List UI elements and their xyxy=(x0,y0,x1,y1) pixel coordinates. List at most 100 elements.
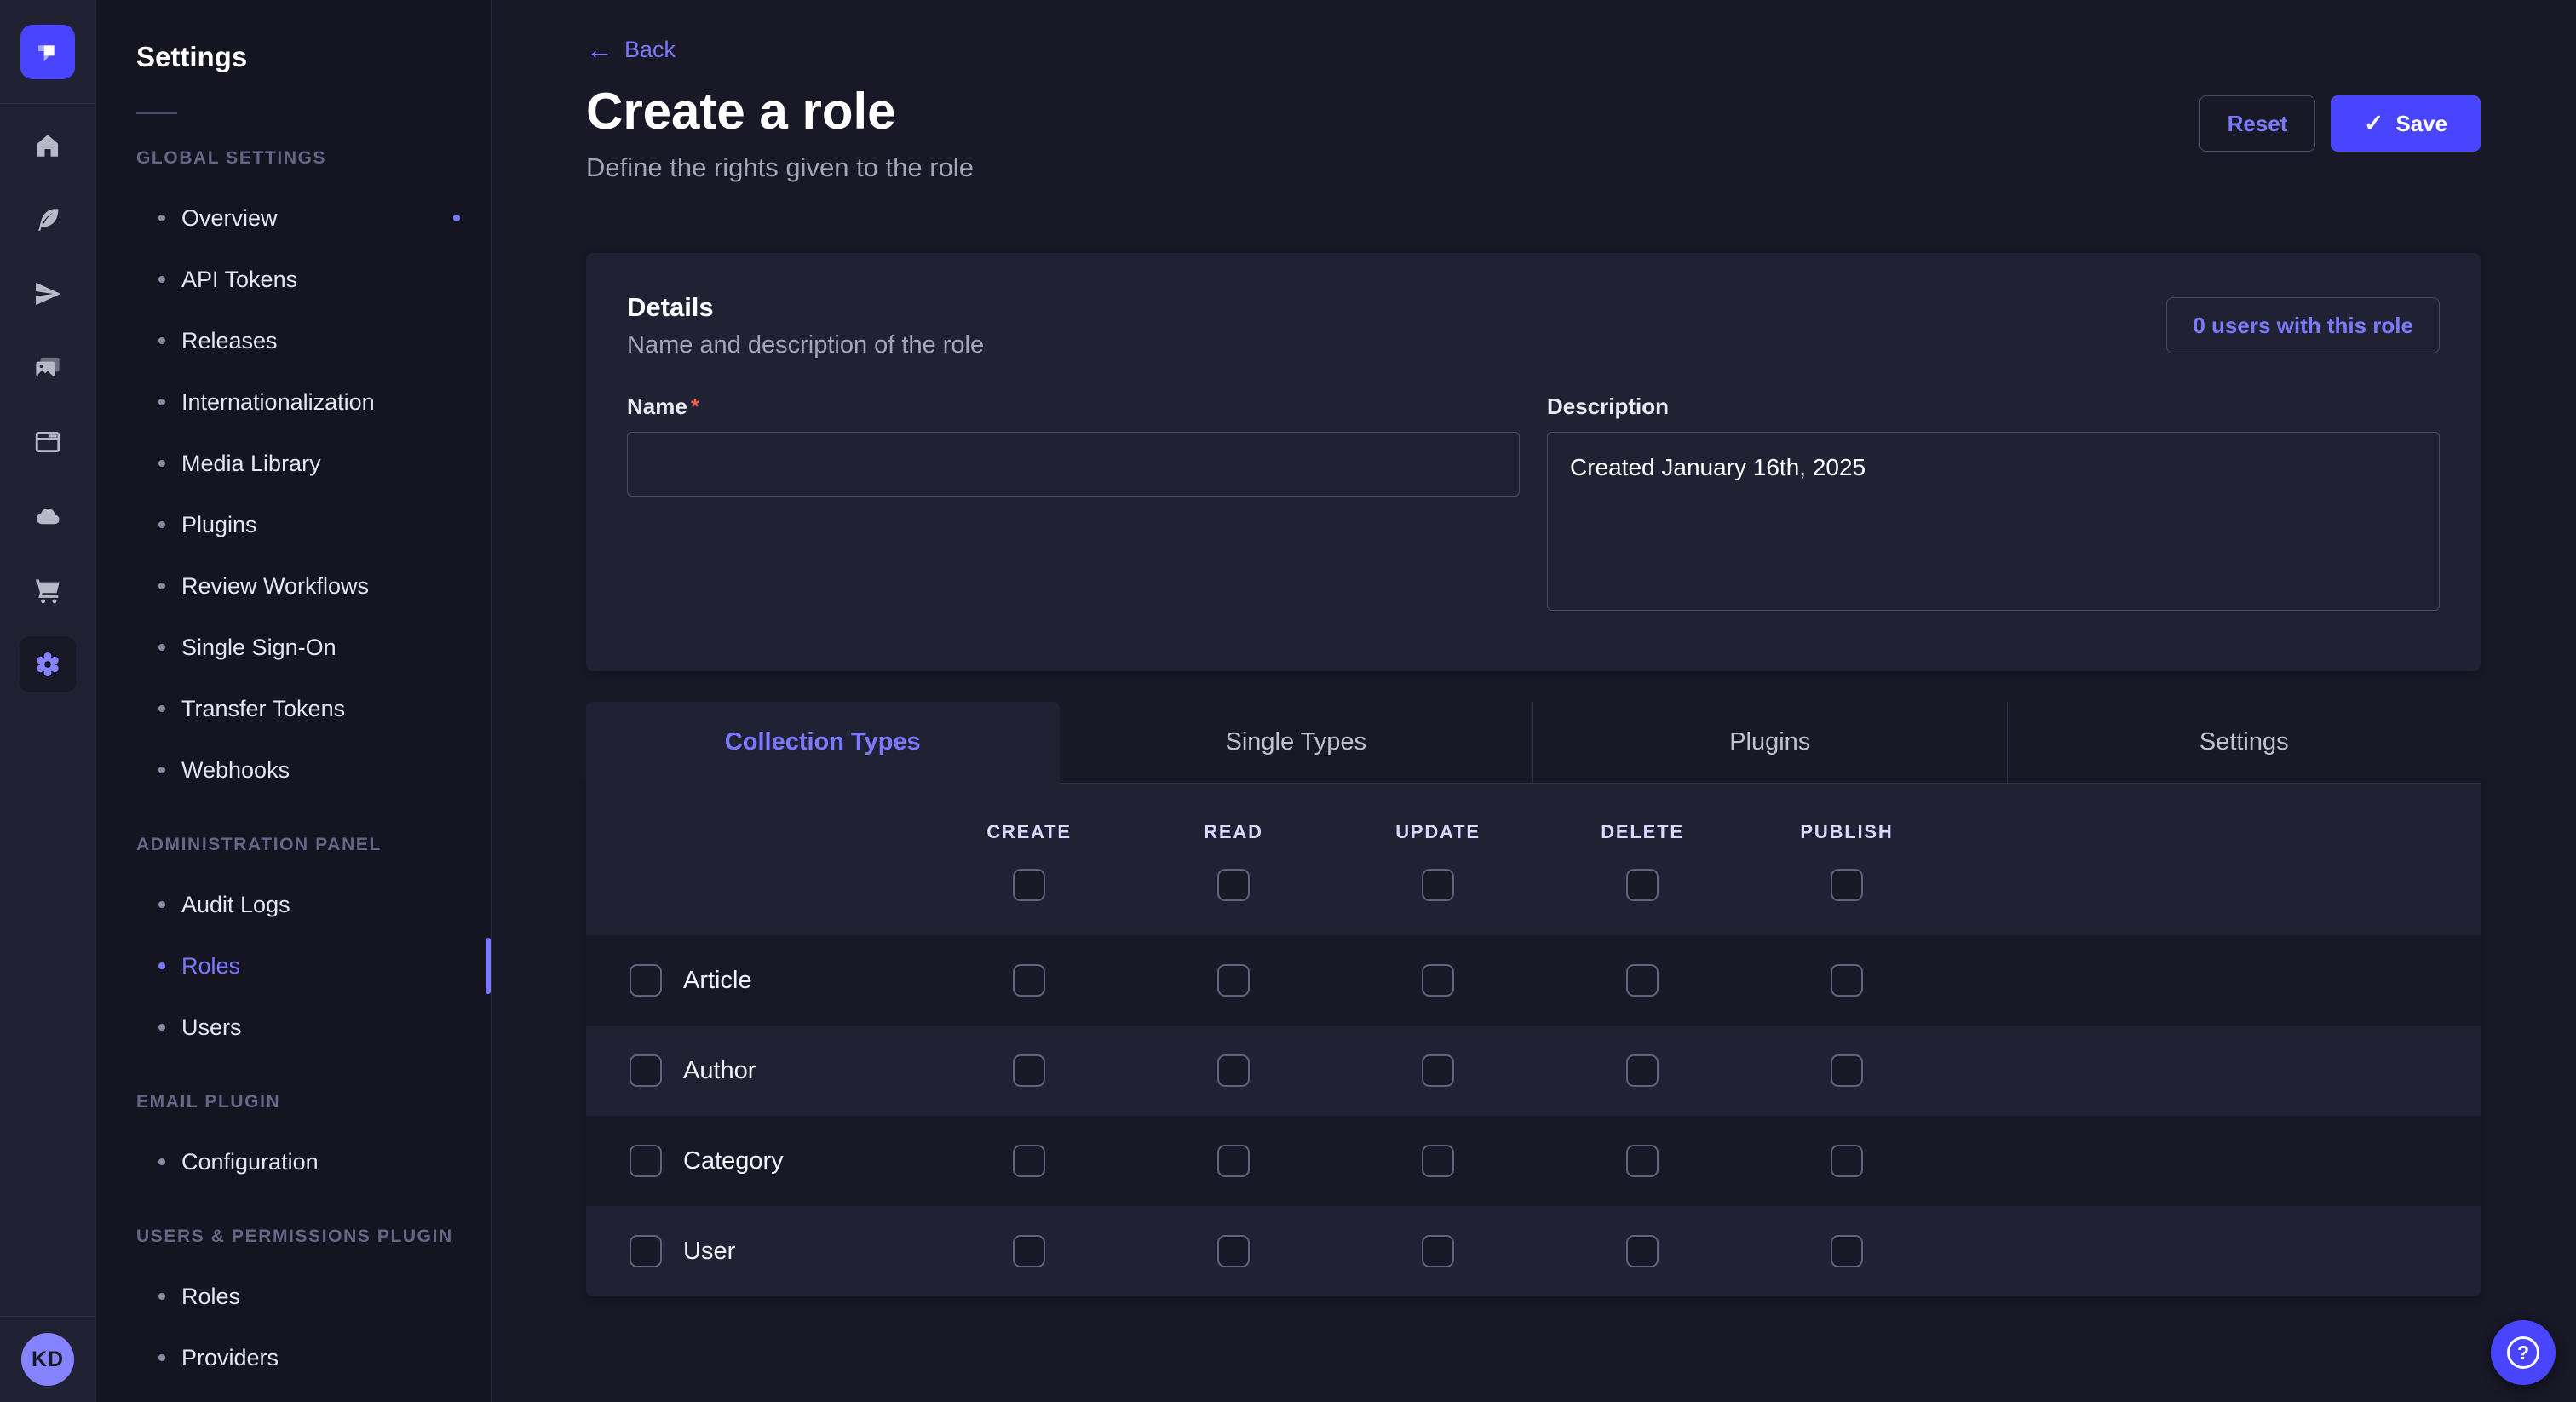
section-label-users-permissions-plugin: USERS & PERMISSIONS PLUGIN xyxy=(136,1227,491,1247)
checkbox-category-publish[interactable] xyxy=(1831,1145,1863,1177)
nav-content-manager-button[interactable] xyxy=(20,192,76,248)
sidebar-item-providers[interactable]: Providers xyxy=(96,1327,491,1388)
active-item-indicator xyxy=(486,938,491,994)
sidebar-item-label: Releases xyxy=(181,328,278,354)
sidebar-item-internationalization[interactable]: Internationalization xyxy=(96,371,491,433)
checkbox-author-update[interactable] xyxy=(1422,1054,1454,1087)
page-title: Create a role xyxy=(586,82,2481,141)
tab-collection-types[interactable]: Collection Types xyxy=(586,702,1060,784)
sidebar-item-label: Review Workflows xyxy=(181,573,369,600)
page-subtitle: Define the rights given to the role xyxy=(586,152,2481,183)
sidebar-item-single-sign-on[interactable]: Single Sign-On xyxy=(96,617,491,678)
sidebar-item-audit-logs[interactable]: Audit Logs xyxy=(96,874,491,935)
checkbox-category-create[interactable] xyxy=(1013,1145,1045,1177)
sidebar-item-roles-up[interactable]: Roles xyxy=(96,1266,491,1327)
back-link[interactable]: ← Back xyxy=(586,36,676,63)
cell xyxy=(1540,1235,1745,1267)
rail-footer: KD xyxy=(0,1316,95,1402)
checkbox-all-delete[interactable] xyxy=(1626,869,1659,901)
cell xyxy=(1336,1235,1540,1267)
sidebar-item-review-workflows[interactable]: Review Workflows xyxy=(96,555,491,617)
column-label-delete: DELETE xyxy=(1601,821,1684,843)
sidebar-item-label: Media Library xyxy=(181,451,321,477)
nav-settings-button[interactable] xyxy=(20,636,76,692)
checkbox-author-row[interactable] xyxy=(630,1054,662,1087)
bullet-dot xyxy=(158,460,165,467)
users-with-role-button[interactable]: 0 users with this role xyxy=(2166,297,2440,353)
row-label: Author xyxy=(683,1057,756,1085)
back-label: Back xyxy=(624,37,676,63)
checkbox-user-publish[interactable] xyxy=(1831,1235,1863,1267)
tab-plugins[interactable]: Plugins xyxy=(1532,702,2007,784)
checkbox-article-create[interactable] xyxy=(1013,964,1045,997)
checkbox-article-update[interactable] xyxy=(1422,964,1454,997)
cell xyxy=(1336,1145,1540,1177)
checkbox-category-update[interactable] xyxy=(1422,1145,1454,1177)
strapi-logo[interactable] xyxy=(20,25,75,79)
required-asterisk: * xyxy=(691,394,699,419)
checkbox-author-publish[interactable] xyxy=(1831,1054,1863,1087)
reset-button[interactable]: Reset xyxy=(2199,95,2315,152)
nav-content-type-builder-button[interactable] xyxy=(20,414,76,470)
user-avatar[interactable]: KD xyxy=(21,1333,74,1386)
details-fields: Name* Description Created January 16th, … xyxy=(627,394,2440,615)
cell xyxy=(1336,964,1540,997)
sidebar-item-overview[interactable]: Overview xyxy=(96,187,491,249)
checkbox-all-read[interactable] xyxy=(1217,869,1250,901)
feather-icon xyxy=(33,205,62,234)
checkbox-all-create[interactable] xyxy=(1013,869,1045,901)
checkbox-author-read[interactable] xyxy=(1217,1054,1250,1087)
name-input[interactable] xyxy=(627,432,1520,497)
checkbox-user-read[interactable] xyxy=(1217,1235,1250,1267)
sidebar-item-label: Internationalization xyxy=(181,389,375,416)
description-textarea[interactable]: Created January 16th, 2025 xyxy=(1547,432,2440,611)
checkbox-user-delete[interactable] xyxy=(1626,1235,1659,1267)
save-button[interactable]: ✓ Save xyxy=(2331,95,2481,152)
column-publish: PUBLISH xyxy=(1745,784,1949,935)
settings-subnav: Settings GLOBAL SETTINGS Overview API To… xyxy=(96,0,492,1402)
sidebar-item-users[interactable]: Users xyxy=(96,997,491,1058)
sidebar-item-webhooks[interactable]: Webhooks xyxy=(96,739,491,801)
sidebar-item-label: Roles xyxy=(181,1284,240,1310)
checkbox-article-publish[interactable] xyxy=(1831,964,1863,997)
sidebar-item-configuration[interactable]: Configuration xyxy=(96,1131,491,1192)
checkbox-article-read[interactable] xyxy=(1217,964,1250,997)
name-label-text: Name xyxy=(627,394,687,419)
checkbox-all-publish[interactable] xyxy=(1831,869,1863,901)
subnav-title: Settings xyxy=(136,41,491,73)
checkbox-all-update[interactable] xyxy=(1422,869,1454,901)
tab-settings[interactable]: Settings xyxy=(2007,702,2481,784)
checkbox-user-row[interactable] xyxy=(630,1235,662,1267)
checkbox-article-row[interactable] xyxy=(630,964,662,997)
nav-media-library-button[interactable] xyxy=(20,340,76,396)
checkbox-category-read[interactable] xyxy=(1217,1145,1250,1177)
main-content: ← Back Create a role Define the rights g… xyxy=(492,0,2576,1402)
sidebar-item-label: Users xyxy=(181,1014,242,1041)
checkbox-category-row[interactable] xyxy=(630,1145,662,1177)
checkbox-author-delete[interactable] xyxy=(1626,1054,1659,1087)
sidebar-item-plugins[interactable]: Plugins xyxy=(96,494,491,555)
checkbox-article-delete[interactable] xyxy=(1626,964,1659,997)
bullet-dot xyxy=(158,276,165,283)
checkbox-user-create[interactable] xyxy=(1013,1235,1045,1267)
sidebar-item-api-tokens[interactable]: API Tokens xyxy=(96,249,491,310)
description-label: Description xyxy=(1547,394,2440,420)
sidebar-item-roles-admin[interactable]: Roles xyxy=(96,935,491,997)
cell xyxy=(1745,1054,1949,1087)
nav-cloud-button[interactable] xyxy=(20,488,76,544)
help-button[interactable]: ? xyxy=(2491,1320,2556,1385)
sidebar-item-media-library[interactable]: Media Library xyxy=(96,433,491,494)
checkbox-user-update[interactable] xyxy=(1422,1235,1454,1267)
nav-releases-button[interactable] xyxy=(20,266,76,322)
nav-marketplace-button[interactable] xyxy=(20,562,76,618)
checkbox-author-create[interactable] xyxy=(1013,1054,1045,1087)
sidebar-item-releases[interactable]: Releases xyxy=(96,310,491,371)
tab-single-types[interactable]: Single Types xyxy=(1060,702,1533,784)
bullet-dot xyxy=(158,337,165,344)
checkbox-category-delete[interactable] xyxy=(1626,1145,1659,1177)
sidebar-item-transfer-tokens[interactable]: Transfer Tokens xyxy=(96,678,491,739)
nav-home-button[interactable] xyxy=(20,118,76,174)
users-permissions-list: Roles Providers xyxy=(96,1266,491,1388)
sidebar-item-label: API Tokens xyxy=(181,267,297,293)
column-label-publish: PUBLISH xyxy=(1800,821,1893,843)
